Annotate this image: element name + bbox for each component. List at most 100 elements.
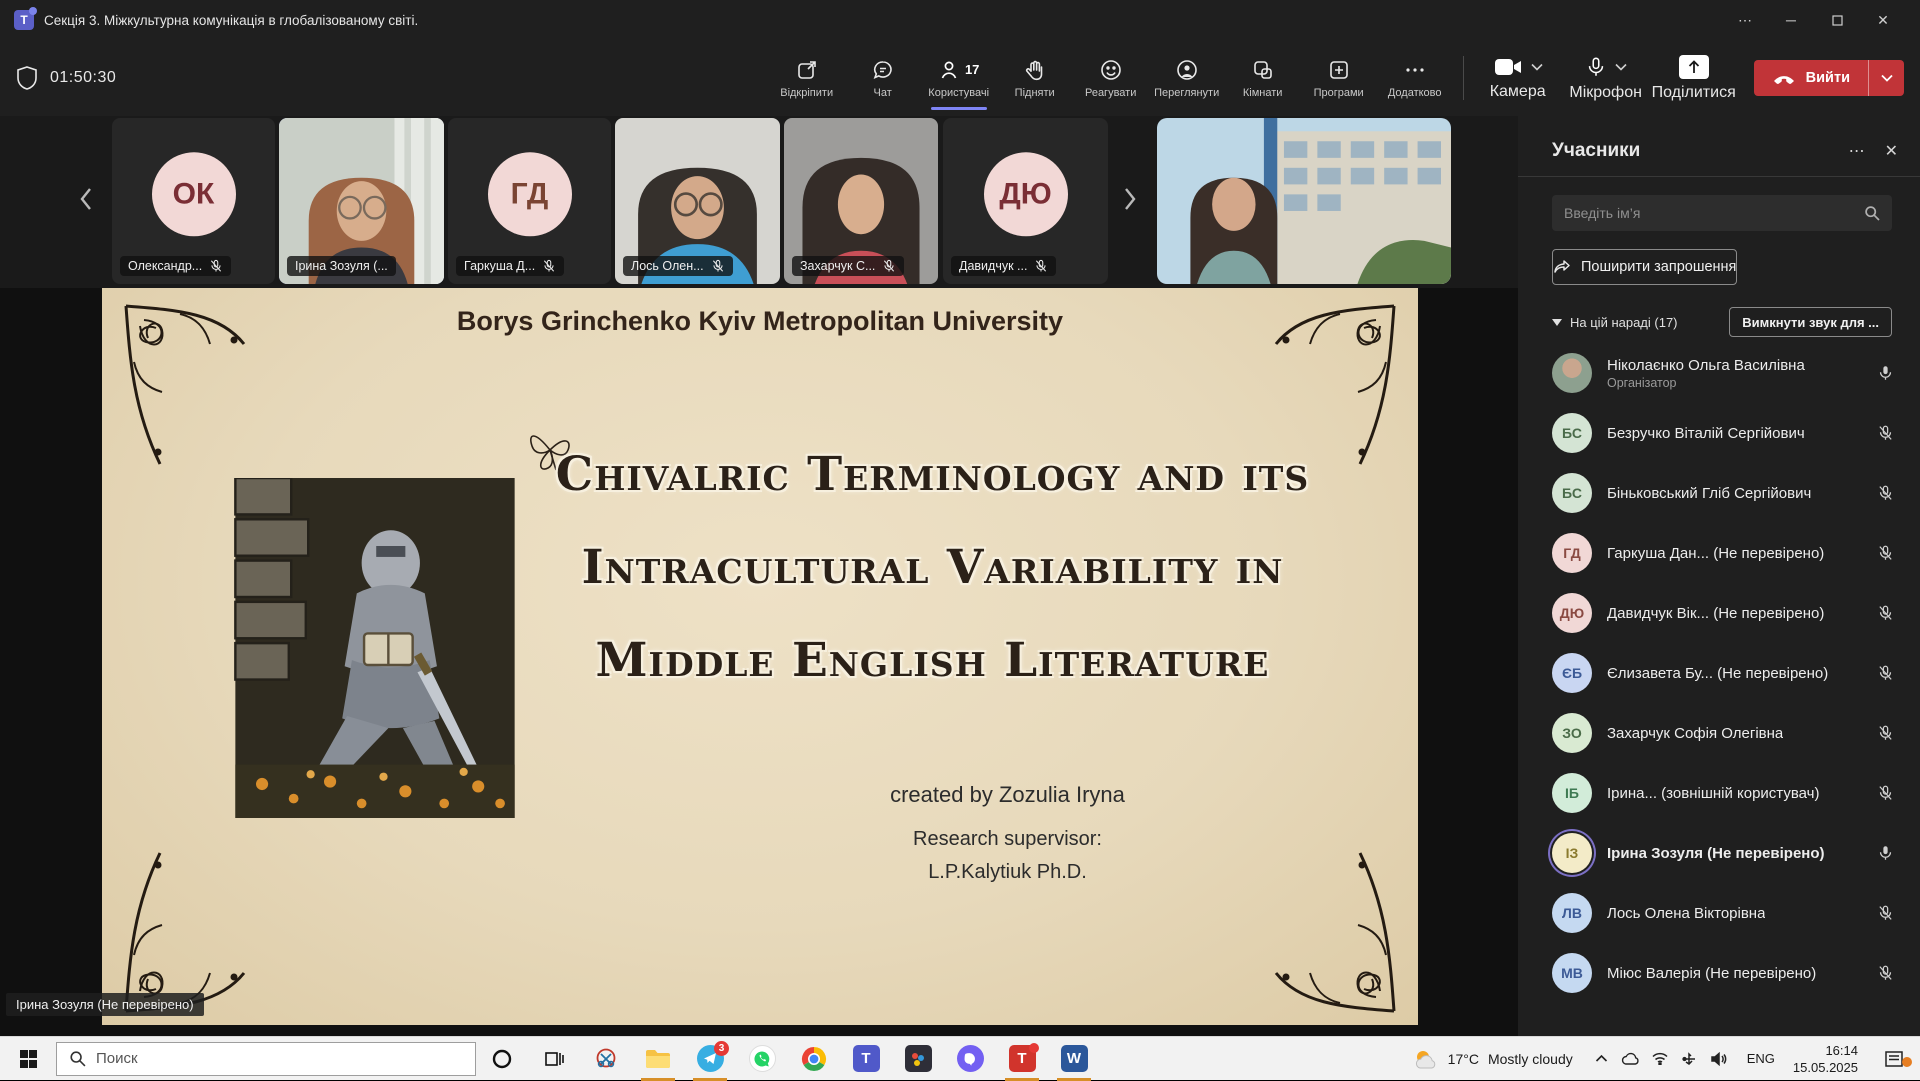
avatar: БС xyxy=(1552,473,1592,513)
participant-tile[interactable]: Захарчук С... xyxy=(784,118,938,284)
mic-off-icon[interactable] xyxy=(1877,603,1894,623)
toolbar-view-button[interactable]: Переглянути xyxy=(1149,46,1225,110)
network-icon[interactable] xyxy=(1652,1052,1668,1065)
mic-off-icon[interactable] xyxy=(1877,723,1894,743)
share-control[interactable]: Поділитися xyxy=(1650,55,1738,102)
snipping-tool-icon[interactable] xyxy=(580,1037,632,1081)
titlebar-more-icon[interactable]: ⋯ xyxy=(1722,0,1768,40)
toolbar-rooms-button[interactable]: Кімнати xyxy=(1225,46,1301,110)
smiley-icon xyxy=(1099,58,1123,82)
mic-off-icon[interactable] xyxy=(1877,783,1894,803)
participant-row[interactable]: МВ Міюс Валерія (Не перевірено) xyxy=(1518,943,1920,1003)
participant-row[interactable]: ЄБ Єлизавета Бу... (Не перевірено) xyxy=(1518,643,1920,703)
window-title: Секція 3. Міжкультурна комунікація в гло… xyxy=(44,13,418,28)
avatar: БС xyxy=(1552,413,1592,453)
leave-button[interactable]: Вийти xyxy=(1754,60,1904,96)
taskbar-search-input[interactable] xyxy=(96,1050,463,1067)
participant-search-input[interactable] xyxy=(1564,205,1864,221)
participant-row[interactable]: БС Безручко Віталій Сергійович xyxy=(1518,403,1920,463)
weather-widget[interactable]: 17°C Mostly cloudy xyxy=(1403,1048,1583,1070)
microphone-control[interactable]: Мікрофон xyxy=(1562,55,1650,102)
notification-dot xyxy=(1902,1057,1912,1067)
mic-on-icon[interactable] xyxy=(1877,363,1894,383)
participant-tile-speaking[interactable]: Ірина Зозуля (... xyxy=(279,118,444,284)
mic-off-icon[interactable] xyxy=(1877,903,1894,923)
action-center-icon[interactable] xyxy=(1868,1037,1920,1081)
in-meeting-section[interactable]: На цій нараді (17) xyxy=(1552,315,1678,330)
participant-tile[interactable]: Лось Олен... xyxy=(615,118,780,284)
toolbar-more-button[interactable]: Додатково xyxy=(1377,46,1453,110)
microphone-chevron-icon[interactable] xyxy=(1615,63,1627,71)
participant-row[interactable]: ЗО Захарчук Софія Олегівна xyxy=(1518,703,1920,763)
participant-row[interactable]: ДЮ Давидчук Вік... (Не перевірено) xyxy=(1518,583,1920,643)
teams-meeting-app-icon[interactable]: T xyxy=(996,1037,1048,1081)
camera-control[interactable]: Камера xyxy=(1474,56,1562,101)
participant-row[interactable]: ІБ Ірина... (зовнішній користувач) xyxy=(1518,763,1920,823)
clock[interactable]: 16:14 15.05.2025 xyxy=(1783,1042,1868,1076)
tile-name: Ірина Зозуля (... xyxy=(295,259,388,273)
participant-row[interactable]: ЛВ Лось Олена Вікторівна xyxy=(1518,883,1920,943)
toolbar-apps-button[interactable]: Програми xyxy=(1301,46,1377,110)
leave-chevron-icon[interactable] xyxy=(1868,60,1904,96)
camera-chevron-icon[interactable] xyxy=(1531,63,1543,71)
task-view-icon[interactable] xyxy=(528,1037,580,1081)
slide-supervisor: Research supervisor: L.P.Kalytiuk Ph.D. xyxy=(622,823,1393,889)
participant-tile[interactable]: ДЮ Давидчук ... xyxy=(943,118,1108,284)
avatar: МВ xyxy=(1552,953,1592,993)
mic-off-icon[interactable] xyxy=(1877,423,1894,443)
teams-app-icon: T xyxy=(14,10,34,30)
strip-scroll-left-icon[interactable] xyxy=(78,186,94,212)
participant-row[interactable]: Ніколаєнко Ольга ВасилівнаОрганізатор xyxy=(1518,343,1920,403)
camera-preview-tile[interactable] xyxy=(1157,118,1451,284)
media-app-icon[interactable] xyxy=(892,1037,944,1081)
chrome-icon[interactable] xyxy=(788,1037,840,1081)
panel-close-icon[interactable]: ✕ xyxy=(1885,141,1898,161)
share-invite-icon xyxy=(1553,259,1571,275)
toolbar-raise-hand-button[interactable]: Підняти xyxy=(997,46,1073,110)
notification-dot xyxy=(1029,1043,1039,1053)
start-button[interactable] xyxy=(0,1037,56,1081)
avatar: ЗО xyxy=(1552,713,1592,753)
mic-off-icon xyxy=(1034,259,1048,273)
tray-chevron-up-icon[interactable] xyxy=(1595,1054,1608,1063)
teams-icon[interactable]: T xyxy=(840,1037,892,1081)
mic-off-icon[interactable] xyxy=(1877,663,1894,683)
file-explorer-icon[interactable] xyxy=(632,1037,684,1081)
participant-tile[interactable]: ОК Олександр... xyxy=(112,118,275,284)
cortana-icon[interactable] xyxy=(476,1037,528,1081)
mic-off-icon[interactable] xyxy=(1877,963,1894,983)
mute-all-button[interactable]: Вимкнути звук для ... xyxy=(1729,307,1892,337)
telegram-icon[interactable]: 3 xyxy=(684,1037,736,1081)
slide-author: created by Zozulia Iryna xyxy=(622,782,1393,808)
participant-search[interactable] xyxy=(1552,195,1892,231)
word-icon[interactable]: W xyxy=(1048,1037,1100,1081)
usb-icon[interactable] xyxy=(1681,1052,1697,1066)
toolbar-react-button[interactable]: Реагувати xyxy=(1073,46,1149,110)
strip-scroll-right-icon[interactable] xyxy=(1122,186,1138,212)
maximize-button[interactable] xyxy=(1814,0,1860,40)
close-button[interactable]: ✕ xyxy=(1860,0,1906,40)
mic-off-icon[interactable] xyxy=(1877,483,1894,503)
mic-on-icon[interactable] xyxy=(1877,843,1894,863)
onedrive-cloud-icon[interactable] xyxy=(1621,1052,1639,1065)
toolbar-unpin-button[interactable]: Відкріпити xyxy=(769,46,845,110)
toolbar-participants-button[interactable]: 17 Користувачі xyxy=(921,46,997,110)
mic-off-icon[interactable] xyxy=(1877,543,1894,563)
taskbar-search[interactable] xyxy=(56,1042,476,1076)
shield-icon xyxy=(16,66,38,90)
panel-more-icon[interactable]: ⋯ xyxy=(1849,141,1865,161)
avatar: ІБ xyxy=(1552,773,1592,813)
language-indicator[interactable]: ENG xyxy=(1739,1051,1783,1066)
volume-icon[interactable] xyxy=(1710,1052,1727,1066)
participant-row-speaking[interactable]: ІЗ Ірина Зозуля (Не перевірено) xyxy=(1518,823,1920,883)
whatsapp-icon[interactable] xyxy=(736,1037,788,1081)
share-invite-button[interactable]: Поширити запрошення xyxy=(1552,249,1737,285)
participant-row[interactable]: БС Біньковський Гліб Сергійович xyxy=(1518,463,1920,523)
minimize-button[interactable]: ─ xyxy=(1768,0,1814,40)
toolbar-chat-button[interactable]: Чат xyxy=(845,46,921,110)
avatar xyxy=(1552,353,1592,393)
viber-icon[interactable] xyxy=(944,1037,996,1081)
participant-row[interactable]: ГД Гаркуша Дан... (Не перевірено) xyxy=(1518,523,1920,583)
participant-tile[interactable]: ГД Гаркуша Д... xyxy=(448,118,611,284)
meeting-timer: 01:50:30 xyxy=(50,69,116,87)
